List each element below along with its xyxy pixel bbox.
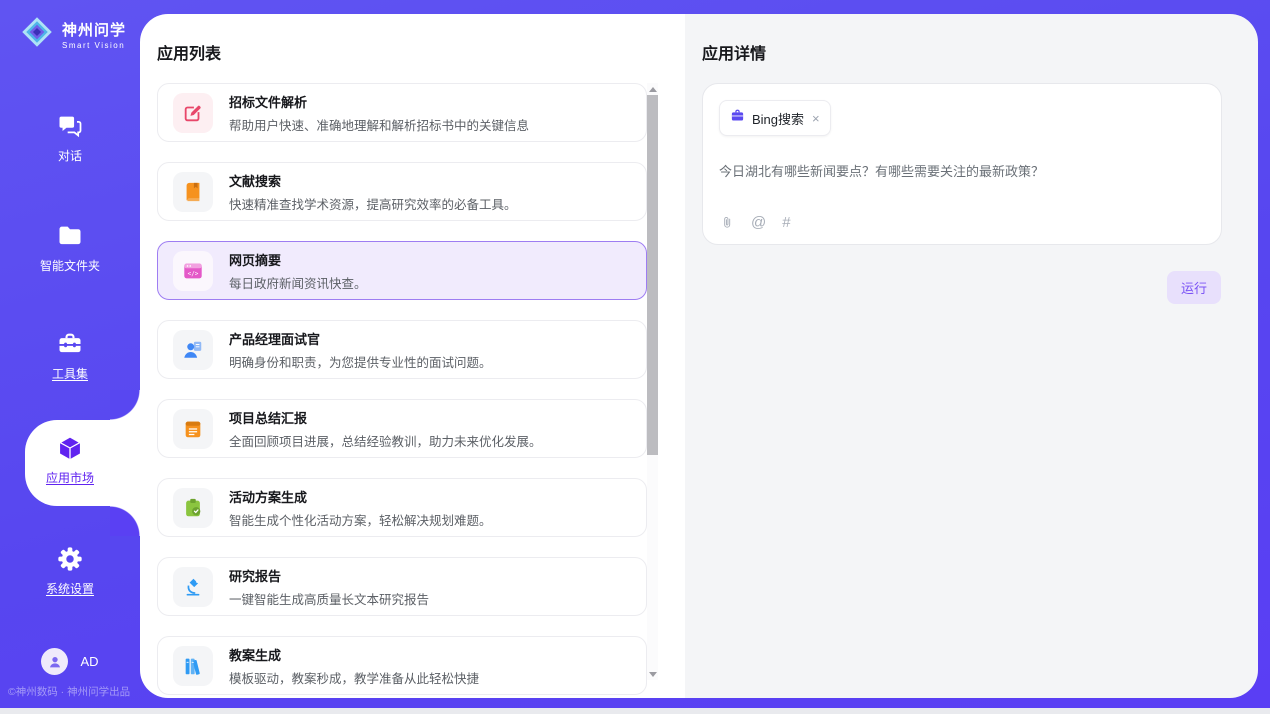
app-card-desc: 一键智能生成高质量长文本研究报告 <box>229 589 429 608</box>
sidebar-item-smart-folders[interactable]: 智能文件夹 <box>0 222 140 274</box>
brand-logo-icon <box>18 13 56 56</box>
app-card-name: 招标文件解析 <box>229 92 529 111</box>
tool-chip-label: Bing搜索 <box>752 109 804 128</box>
app-card-literature-search[interactable]: 文献搜索 快速精准查找学术资源，提高研究效率的必备工具。 <box>157 162 647 221</box>
copyright-footer: ©神州数码 · 神州问学出品 <box>8 684 142 699</box>
app-card-name: 项目总结汇报 <box>229 408 542 427</box>
app-card-desc: 智能生成个性化活动方案，轻松解决规划难题。 <box>229 510 492 529</box>
briefcase-icon <box>730 108 752 128</box>
folder-icon <box>0 222 140 250</box>
sidebar-item-label: 智能文件夹 <box>0 257 140 274</box>
tool-chip-bing-search[interactable]: Bing搜索 × <box>719 100 831 136</box>
app-card-bid-document-parsing[interactable]: 招标文件解析 帮助用户快速、准确地理解和解析招标书中的关键信息 <box>157 83 647 142</box>
app-list-title: 应用列表 <box>157 40 221 64</box>
app-list: 招标文件解析 帮助用户快速、准确地理解和解析招标书中的关键信息 文献搜索 快速精… <box>140 83 685 698</box>
app-card-name: 文献搜索 <box>229 171 517 190</box>
app-card-name: 活动方案生成 <box>229 487 492 506</box>
app-card-name: 研究报告 <box>229 566 429 585</box>
prompt-toolbar: @ # <box>720 214 791 231</box>
content-area: 应用列表 招标文件解析 帮助用户快速、准确地理解和解析招标书中的关键信息 <box>140 14 1258 698</box>
app-card-desc: 模板驱动，教案秒成，教学准备从此轻松快捷 <box>229 668 479 687</box>
sidebar-item-label: 对话 <box>0 147 140 164</box>
run-button[interactable]: 运行 <box>1167 271 1221 304</box>
scrollbar-up-icon[interactable] <box>647 83 658 95</box>
sidebar-item-app-market[interactable]: 应用市场 <box>0 434 140 486</box>
clipboard-check-icon <box>173 488 213 528</box>
app-card-name: 教案生成 <box>229 645 479 664</box>
app-card-event-plan[interactable]: 活动方案生成 智能生成个性化活动方案，轻松解决规划难题。 <box>157 478 647 537</box>
app-card-desc: 每日政府新闻资讯快查。 <box>229 273 367 292</box>
sidebar-item-label: 工具集 <box>0 365 140 382</box>
research-icon <box>173 567 213 607</box>
app-detail-panel: 应用详情 Bing搜索 × 今日湖北有哪些新闻要点？有哪些需要关注的最新政策？ … <box>685 14 1258 698</box>
app-detail-title: 应用详情 <box>702 40 766 64</box>
sidebar-item-chat[interactable]: 对话 <box>0 112 140 164</box>
app-card-desc: 全面回顾项目进展，总结经验教训，助力未来优化发展。 <box>229 431 542 450</box>
sidebar: 神州问学 Smart Vision 对话 智能文件夹 工具集 <box>0 0 140 708</box>
sidebar-item-label: 系统设置 <box>0 580 140 597</box>
user-initials: AD <box>80 654 98 669</box>
interviewer-icon <box>173 330 213 370</box>
app-card-name: 网页摘要 <box>229 250 367 269</box>
app-card-desc: 帮助用户快速、准确地理解和解析招标书中的关键信息 <box>229 115 529 134</box>
app-card-desc: 明确身份和职责，为您提供专业性的面试问题。 <box>229 352 492 371</box>
app-list-panel: 应用列表 招标文件解析 帮助用户快速、准确地理解和解析招标书中的关键信息 <box>140 14 685 698</box>
book-icon <box>173 172 213 212</box>
sidebar-item-toolset[interactable]: 工具集 <box>0 330 140 382</box>
svg-text:</>: </> <box>188 270 199 277</box>
scrollbar-down-icon[interactable] <box>647 668 658 680</box>
avatar <box>41 648 68 675</box>
app-card-desc: 快速精准查找学术资源，提高研究效率的必备工具。 <box>229 194 517 213</box>
chat-icon <box>0 112 140 140</box>
close-icon[interactable]: × <box>812 111 820 126</box>
brand-subtitle: Smart Vision <box>62 41 126 50</box>
app-frame: 神州问学 Smart Vision 对话 智能文件夹 工具集 <box>0 0 1270 708</box>
brand-name: 神州问学 <box>62 22 126 39</box>
books-icon <box>173 646 213 686</box>
sidebar-item-settings[interactable]: 系统设置 <box>0 545 140 597</box>
brand: 神州问学 Smart Vision <box>18 13 126 56</box>
app-card-name: 产品经理面试官 <box>229 329 492 348</box>
app-card-project-summary[interactable]: 项目总结汇报 全面回顾项目进展，总结经验教训，助力未来优化发展。 <box>157 399 647 458</box>
sidebar-item-label: 应用市场 <box>0 469 140 486</box>
attachment-icon[interactable] <box>720 215 735 230</box>
app-card-web-summary[interactable]: </> 网页摘要 每日政府新闻资讯快查。 <box>157 241 647 300</box>
prompt-card: Bing搜索 × 今日湖北有哪些新闻要点？有哪些需要关注的最新政策？ @ # <box>702 83 1222 245</box>
user-account[interactable]: AD <box>0 648 140 675</box>
gear-icon <box>0 545 140 573</box>
edit-document-icon <box>173 93 213 133</box>
cube-icon <box>0 434 140 462</box>
browser-code-icon: </> <box>173 251 213 291</box>
hash-icon[interactable]: # <box>782 214 790 231</box>
report-icon <box>173 409 213 449</box>
prompt-text[interactable]: 今日湖北有哪些新闻要点？有哪些需要关注的最新政策？ <box>719 162 1205 182</box>
app-card-research-report[interactable]: 研究报告 一键智能生成高质量长文本研究报告 <box>157 557 647 616</box>
mention-icon[interactable]: @ <box>751 214 766 231</box>
scrollbar-thumb[interactable] <box>647 95 658 455</box>
app-card-lesson-plan[interactable]: 教案生成 模板驱动，教案秒成，教学准备从此轻松快捷 <box>157 636 647 695</box>
list-scrollbar[interactable] <box>647 83 658 680</box>
toolbox-icon <box>0 330 140 358</box>
app-card-pm-interviewer[interactable]: 产品经理面试官 明确身份和职责，为您提供专业性的面试问题。 <box>157 320 647 379</box>
